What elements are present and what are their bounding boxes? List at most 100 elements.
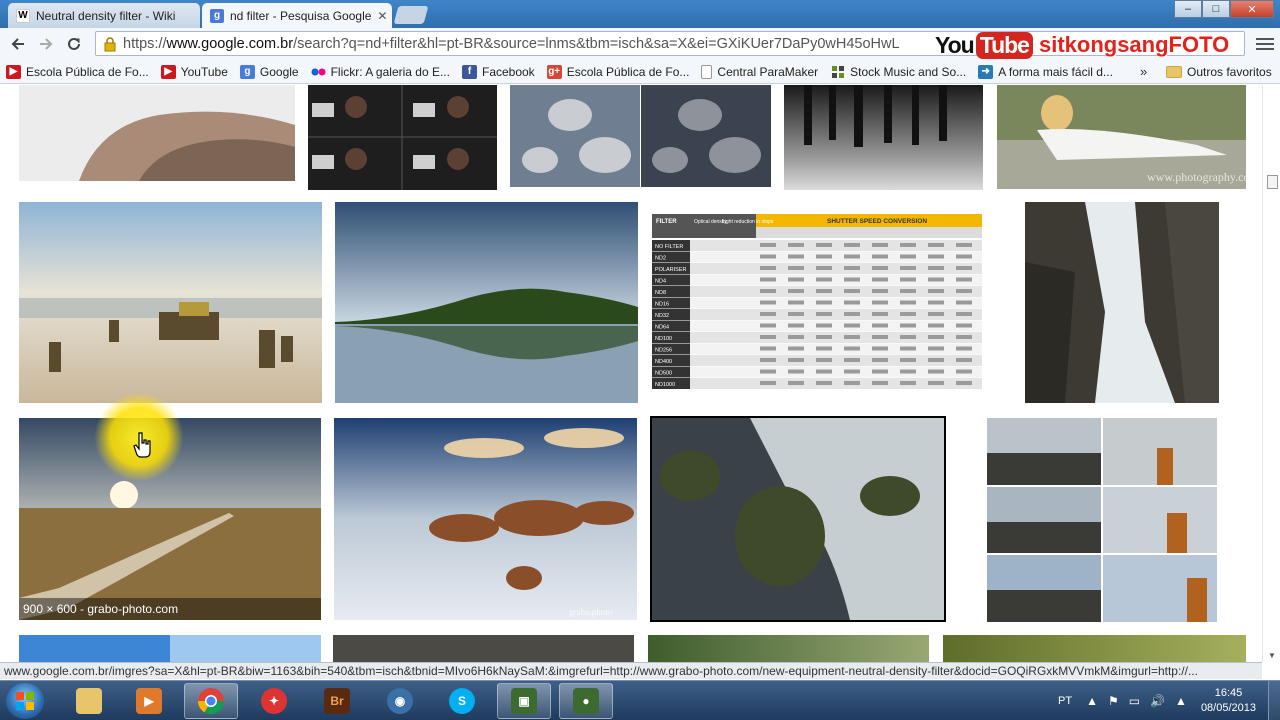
close-tab-icon[interactable]: ✕ xyxy=(371,9,387,23)
show-desktop-button[interactable] xyxy=(1268,681,1280,720)
image-result-nd-table[interactable]: FILTER Optical density Light reduction i… xyxy=(652,212,982,390)
bookmark-google[interactable]: g Google xyxy=(239,64,299,79)
system-tray: PT ▲ ⚑ ▭ 🔊 ▲ 16:45 08/05/2013 xyxy=(1058,681,1280,720)
nd-table-cell xyxy=(928,243,944,247)
google-icon: g xyxy=(239,64,255,79)
new-tab-button[interactable] xyxy=(393,6,429,24)
tray-expand-icon[interactable]: ▲ xyxy=(1086,694,1098,708)
image-result-row4-4[interactable] xyxy=(943,635,1246,662)
url-text: https://www.google.com.br/search?q=nd+fi… xyxy=(123,36,900,52)
taskbar-dvd-app[interactable]: ◉ xyxy=(373,683,427,719)
chrome-icon xyxy=(197,688,225,715)
image-result-portrait-grid[interactable] xyxy=(308,85,497,190)
flag-icon[interactable]: ⚑ xyxy=(1108,694,1119,708)
nd-table-cell xyxy=(928,323,944,328)
vertical-scrollbar[interactable]: ▼ xyxy=(1262,85,1280,662)
nd-table-cell xyxy=(816,381,832,385)
clock[interactable]: 16:45 08/05/2013 xyxy=(1201,686,1256,716)
taskbar-bridge[interactable]: Br xyxy=(310,683,364,719)
other-bookmarks[interactable]: Outros favoritos xyxy=(1166,60,1272,83)
scroll-down-icon[interactable]: ▼ xyxy=(1268,651,1276,660)
boardwalk-photo xyxy=(19,418,321,620)
close-window-button[interactable]: ✕ xyxy=(1230,0,1274,18)
nd-table-cell xyxy=(872,277,888,282)
taskbar-explorer[interactable] xyxy=(62,683,116,719)
url-scheme: https:// xyxy=(123,35,167,52)
nd-table-cell xyxy=(900,346,916,351)
google-plus-icon: g+ xyxy=(546,64,562,79)
image-result-row4-1[interactable] xyxy=(19,635,321,662)
image-result-sea-rocks[interactable]: grabo.photo xyxy=(334,418,637,620)
tab-wikipedia[interactable]: W Neutral density filter - Wiki xyxy=(8,3,200,28)
youtube-logo-you: You xyxy=(935,31,975,58)
more-bookmarks-button[interactable]: » xyxy=(1140,64,1147,79)
nd-table-cell xyxy=(872,335,888,339)
nd-table-cell xyxy=(956,369,972,374)
bookmark-label: A forma mais fácil d... xyxy=(998,64,1113,79)
nd-table-cell xyxy=(928,254,944,259)
taskbar-camtasia[interactable]: ▣ xyxy=(497,683,551,719)
tab-strip: W Neutral density filter - Wiki g nd fil… xyxy=(0,0,1280,28)
nd-table-cell xyxy=(956,266,972,270)
minimize-button[interactable]: – xyxy=(1174,0,1202,18)
back-button[interactable] xyxy=(6,33,30,55)
taskbar-media-player[interactable]: ▶ xyxy=(122,683,176,719)
grid-icon xyxy=(830,65,845,79)
nd-table-cell xyxy=(872,266,888,270)
nd-table-cell xyxy=(956,289,972,293)
image-result-nd-comparison-grid[interactable] xyxy=(987,418,1217,622)
beach-pier-photo xyxy=(19,202,322,403)
drive-icon[interactable]: ▲ xyxy=(1175,694,1187,708)
nd-table-cell xyxy=(928,358,944,362)
maximize-button[interactable]: □ xyxy=(1202,0,1230,18)
volume-icon[interactable]: 🔊 xyxy=(1150,694,1165,708)
start-button[interactable] xyxy=(6,683,44,719)
nd-table-row-label: ND400 xyxy=(655,359,672,365)
skype-icon: S xyxy=(449,688,475,714)
flickr-icon xyxy=(311,65,326,79)
taskbar-skype[interactable]: S xyxy=(435,683,489,719)
network-icon[interactable]: ▭ xyxy=(1129,694,1140,708)
nd-table-cell xyxy=(816,300,832,305)
image-result-rocks[interactable] xyxy=(510,85,771,187)
bookmark-escola-publica[interactable]: ▶ Escola Pública de Fo... xyxy=(6,64,149,79)
image-result-lake-reflection[interactable] xyxy=(335,202,638,403)
nd-table-cell xyxy=(788,346,804,351)
bookmark-youtube[interactable]: ▶ YouTube xyxy=(160,64,228,79)
posts-photo xyxy=(804,85,947,147)
chrome-menu-button[interactable] xyxy=(1256,35,1274,53)
reload-button[interactable] xyxy=(62,33,86,55)
image-result-model-on-road[interactable]: www.photography.com xyxy=(997,85,1246,189)
image-result-hand[interactable] xyxy=(19,85,295,181)
channel-name: sitkongsangFOTO xyxy=(1038,32,1230,57)
url-host: www.google.com.br xyxy=(166,35,294,52)
nd-table-cell xyxy=(844,312,860,316)
nd-table-cell xyxy=(760,277,776,282)
bookmark-label: Escola Pública de Fo... xyxy=(26,64,149,79)
bookmark-facebook[interactable]: f Facebook xyxy=(461,64,535,79)
image-result-waterfall[interactable] xyxy=(1025,202,1219,403)
forward-button[interactable] xyxy=(34,33,58,55)
bookmark-flickr[interactable]: Flickr: A galeria do E... xyxy=(311,65,450,79)
tab-google-search[interactable]: g nd filter - Pesquisa Google ✕ xyxy=(202,3,392,28)
taskbar-recorder[interactable]: ● xyxy=(559,683,613,719)
image-result-boardwalk-sunset[interactable]: 900 × 600 - grabo-photo.com xyxy=(19,418,321,620)
image-result-stream-rocks[interactable] xyxy=(650,416,946,622)
image-result-beach-pier[interactable] xyxy=(19,202,322,403)
image-result-row4-3[interactable] xyxy=(648,635,929,662)
bookmark-escola-publica-gplus[interactable]: g+ Escola Pública de Fo... xyxy=(546,64,689,79)
taskbar-red-app[interactable]: ✦ xyxy=(247,683,301,719)
nd-table-cell xyxy=(900,358,916,362)
taskbar-chrome[interactable] xyxy=(184,683,238,719)
bookmark-forma-mais-facil[interactable]: ➜ A forma mais fácil d... xyxy=(978,64,1113,79)
bookmark-stock-music[interactable]: Stock Music and So... xyxy=(830,65,966,79)
lock-icon xyxy=(100,34,120,54)
nd-table-cell xyxy=(760,300,776,305)
nd-table-cell xyxy=(816,346,832,351)
language-indicator[interactable]: PT xyxy=(1058,695,1072,707)
scrollbar-thumb[interactable] xyxy=(1267,175,1278,189)
bookmark-central-paramaker[interactable]: Central ParaMaker xyxy=(701,64,818,79)
nd-table-cell xyxy=(816,323,832,328)
image-result-row4-2[interactable] xyxy=(333,635,634,662)
image-result-long-exposure-posts[interactable] xyxy=(784,85,983,190)
